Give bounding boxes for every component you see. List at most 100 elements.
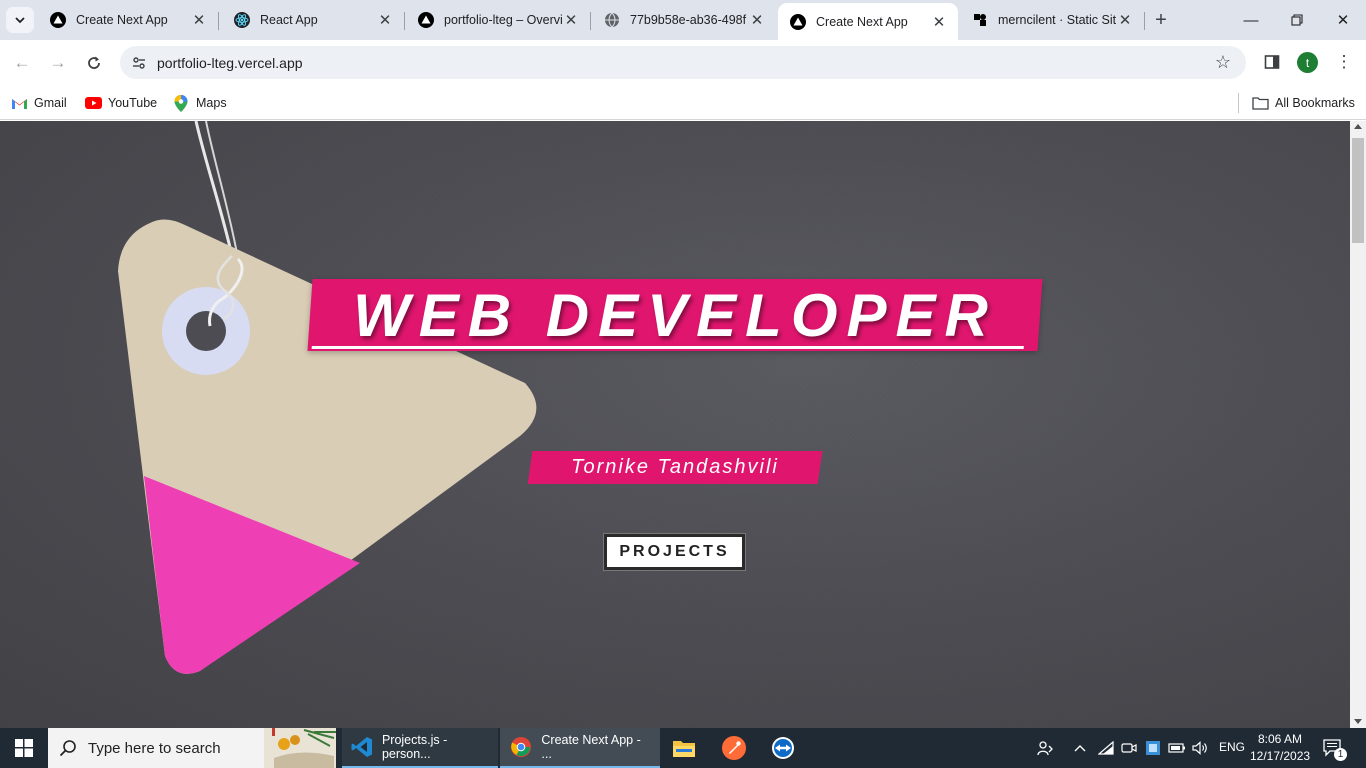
tab-title: React App	[260, 13, 318, 27]
author-name: Tornike Tandashvili	[571, 456, 779, 478]
projects-button[interactable]: PROJECTS	[603, 533, 746, 571]
reload-button[interactable]	[79, 48, 109, 78]
holiday-ornament-icon	[264, 728, 336, 768]
reload-icon	[88, 56, 100, 69]
search-placeholder: Type here to search	[88, 739, 221, 757]
page-scrollbar[interactable]	[1350, 121, 1366, 728]
vercel-triangle-icon	[50, 12, 66, 28]
site-info-button[interactable]	[128, 52, 150, 74]
side-panel-icon	[1264, 55, 1280, 69]
bookmarks-bar: Gmail YouTube Maps All Bookmarks	[0, 86, 1366, 120]
language-indicator[interactable]: ENG	[1219, 740, 1245, 754]
tune-icon	[133, 57, 145, 69]
taskbar-app-chrome[interactable]: Create Next App - ...	[500, 728, 660, 768]
profile-avatar[interactable]: t	[1297, 52, 1318, 73]
tab-portfolio-overview[interactable]: portfolio-lteg – Overview ✕	[406, 0, 591, 40]
tab-react-app[interactable]: React App ✕	[222, 0, 405, 40]
minimize-icon: —	[1243, 11, 1259, 29]
restore-button[interactable]	[1274, 0, 1320, 40]
hero-headline: WEB DEVELOPER	[353, 281, 997, 349]
tab-title: Create Next App	[816, 14, 908, 29]
arrow-right-icon: →	[49, 53, 67, 72]
render-icon	[972, 12, 988, 28]
tab-create-next-app-1[interactable]: Create Next App ✕	[38, 0, 219, 40]
tab-title: Create Next App	[76, 13, 168, 27]
arrow-left-icon: ←	[13, 53, 31, 72]
scroll-down-icon[interactable]	[1354, 719, 1362, 724]
address-bar[interactable]: portfolio-lteg.vercel.app ☆	[120, 46, 1246, 79]
meet-now-icon[interactable]	[1119, 738, 1139, 758]
system-clock[interactable]: 8:06 AM 12/17/2023	[1250, 731, 1310, 765]
windows-taskbar: Type here to search Projects.js - person…	[0, 728, 1366, 768]
close-icon[interactable]: ✕	[748, 11, 766, 29]
windows-logo-icon	[15, 739, 33, 757]
scrollbar-thumb[interactable]	[1352, 138, 1364, 243]
all-bookmarks-button[interactable]: All Bookmarks	[1251, 92, 1355, 114]
browser-menu-button[interactable]: ⋮	[1333, 50, 1355, 74]
folder-icon	[1251, 95, 1269, 111]
start-button[interactable]	[0, 728, 48, 768]
forward-button[interactable]: →	[43, 48, 73, 78]
wifi-icon[interactable]	[1096, 738, 1116, 758]
browser-toolbar: ← → portfolio-lteg.vercel.app ☆ t ⋮	[0, 40, 1366, 86]
close-icon[interactable]: ✕	[376, 11, 394, 29]
tab-separator	[404, 12, 405, 30]
more-vertical-icon: ⋮	[1335, 52, 1353, 71]
react-icon	[234, 12, 250, 28]
bookmarks-separator	[1238, 93, 1239, 113]
price-tag-illustration	[118, 121, 537, 674]
taskbar-teamviewer[interactable]	[759, 728, 807, 768]
all-bookmarks-label: All Bookmarks	[1275, 96, 1355, 110]
tab-separator	[590, 12, 591, 30]
chrome-icon	[508, 734, 533, 760]
bookmark-star-button[interactable]: ☆	[1212, 51, 1234, 73]
close-icon[interactable]: ✕	[1116, 11, 1134, 29]
back-button[interactable]: ←	[7, 48, 37, 78]
notifications-button[interactable]: 1	[1320, 736, 1347, 761]
close-icon[interactable]: ✕	[190, 11, 208, 29]
close-icon: ✕	[1336, 12, 1350, 29]
taskbar-file-explorer[interactable]	[660, 728, 708, 768]
notification-count-badge: 1	[1334, 748, 1347, 761]
people-icon[interactable]	[1035, 738, 1055, 758]
volume-icon[interactable]	[1190, 738, 1210, 758]
taskbar-postman[interactable]	[710, 728, 758, 768]
tab-create-next-app-active[interactable]: Create Next App ✕	[778, 3, 958, 40]
tab-search-button[interactable]	[6, 7, 34, 33]
close-window-button[interactable]: ✕	[1320, 0, 1366, 40]
tab-merncilent-static-site[interactable]: merncilent · Static Site ✕	[960, 0, 1145, 40]
clock-date: 12/17/2023	[1250, 749, 1311, 763]
maps-icon	[172, 94, 190, 112]
close-icon[interactable]: ✕	[930, 13, 948, 31]
side-panel-button[interactable]	[1260, 50, 1284, 74]
minimize-button[interactable]: —	[1228, 0, 1274, 40]
chevron-down-icon	[15, 17, 25, 24]
bookmark-youtube[interactable]: YouTube	[84, 92, 157, 114]
bookmark-maps[interactable]: Maps	[172, 92, 227, 114]
tab-title: portfolio-lteg – Overview	[444, 13, 562, 27]
tab-strip: Create Next App ✕ React App ✕ portfolio-…	[0, 0, 1366, 40]
new-tab-button[interactable]: +	[1149, 8, 1173, 32]
taskbar-search-box[interactable]: Type here to search	[48, 728, 336, 768]
bookmark-label: YouTube	[108, 96, 158, 110]
chevron-up-icon[interactable]	[1070, 738, 1090, 758]
close-icon[interactable]: ✕	[562, 11, 580, 29]
bookmark-label: Maps	[196, 96, 227, 110]
youtube-icon	[84, 95, 102, 111]
tab-uuid-page[interactable]: 77b9b58e-ab36-498f ✕	[592, 0, 776, 40]
search-icon	[48, 739, 88, 757]
scroll-up-icon[interactable]	[1354, 124, 1362, 129]
tab-separator	[218, 12, 219, 30]
bookmark-gmail[interactable]: Gmail	[10, 92, 67, 114]
battery-icon[interactable]	[1167, 738, 1187, 758]
tab-title: 77b9b58e-ab36-498f	[630, 13, 747, 27]
url-text[interactable]: portfolio-lteg.vercel.app	[157, 55, 303, 71]
star-icon: ☆	[1214, 51, 1232, 72]
clock-time: 8:06 AM	[1257, 732, 1303, 746]
taskbar-app-label: Projects.js - person...	[381, 733, 448, 761]
tab-title: merncilent · Static Site	[998, 13, 1116, 27]
taskbar-app-label: Create Next App - ...	[541, 733, 641, 761]
app-tray-icon[interactable]	[1143, 738, 1163, 758]
postman-icon	[722, 736, 746, 760]
taskbar-app-vscode[interactable]: Projects.js - person...	[342, 728, 498, 768]
